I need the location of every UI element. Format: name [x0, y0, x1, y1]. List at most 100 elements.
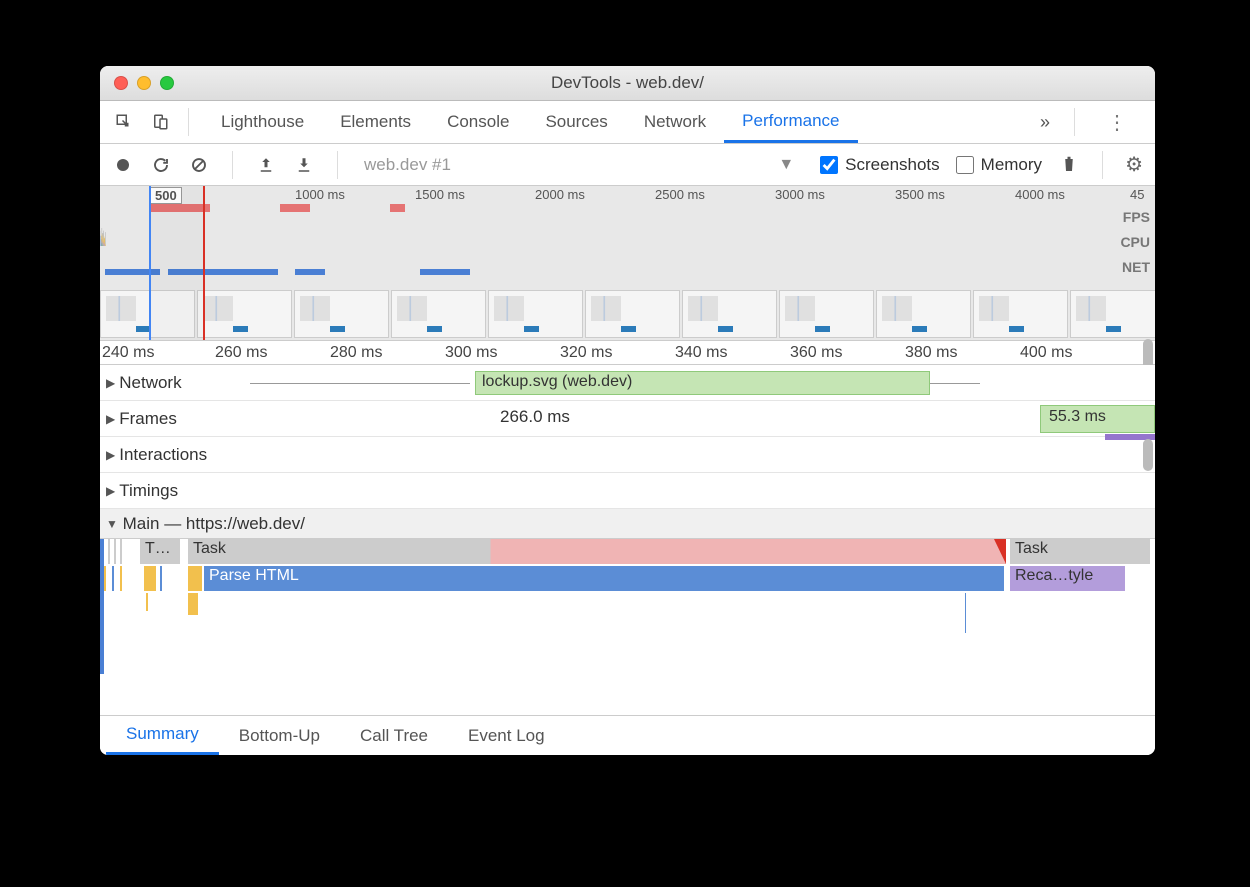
traffic-lights [100, 76, 174, 90]
panel-tabstrip: Lighthouse Elements Console Sources Netw… [100, 101, 1155, 144]
timeline-overview[interactable]: 500 1000 ms 1500 ms 2000 ms 2500 ms 3000… [100, 186, 1155, 341]
tab-elements[interactable]: Elements [322, 101, 429, 143]
network-track[interactable]: ▶ Network lockup.svg (web.dev) [100, 365, 1155, 401]
separator [1074, 108, 1075, 136]
close-window-button[interactable] [114, 76, 128, 90]
memory-checkbox[interactable]: Memory [956, 155, 1042, 175]
tab-bottom-up[interactable]: Bottom-Up [219, 716, 340, 755]
details-tabs: Summary Bottom-Up Call Tree Event Log [100, 715, 1155, 755]
kebab-menu-icon[interactable]: ⋮ [1089, 110, 1145, 135]
timings-track[interactable]: ▶ Timings [100, 473, 1155, 509]
tab-lighthouse[interactable]: Lighthouse [203, 101, 322, 143]
settings-gear-icon[interactable]: ⚙ [1125, 152, 1143, 177]
maximize-window-button[interactable] [160, 76, 174, 90]
task-bar[interactable]: T… [140, 539, 180, 564]
parse-sliver[interactable] [160, 566, 162, 591]
expand-icon[interactable]: ▶ [106, 412, 115, 426]
tracks-pane[interactable]: ▶ Network lockup.svg (web.dev) ▶ Frames 26… [100, 365, 1155, 715]
screenshots-input[interactable] [820, 156, 838, 174]
overview-ruler: 500 1000 ms 1500 ms 2000 ms 2500 ms 3000… [100, 186, 1155, 204]
script-sliver[interactable] [146, 593, 148, 611]
screenshots-label: Screenshots [845, 155, 940, 175]
script-sliver[interactable] [120, 566, 122, 591]
expand-icon[interactable]: ▶ [106, 484, 115, 498]
screenshots-checkbox[interactable]: Screenshots [820, 155, 940, 175]
task-bar[interactable]: Task [1010, 539, 1150, 564]
ruler-tick: 340 ms [675, 344, 727, 362]
net-whisker [250, 383, 470, 384]
expand-icon[interactable]: ▶ [106, 448, 115, 462]
frame-duration: 266.0 ms [500, 407, 570, 427]
tab-summary[interactable]: Summary [106, 716, 219, 755]
timings-label: Timings [119, 481, 178, 501]
frames-label: Frames [119, 409, 177, 429]
overview-lane-labels: FPS CPU NET [1120, 204, 1150, 279]
cpu-lane [100, 228, 1125, 263]
ov-tick: 3500 ms [895, 187, 945, 202]
panel-tabs: Lighthouse Elements Console Sources Netw… [203, 101, 1022, 143]
garbage-collect-icon[interactable] [1058, 154, 1080, 176]
ruler-tick: 320 ms [560, 344, 612, 362]
interactions-track[interactable]: ▶ Interactions [100, 437, 1155, 473]
performance-toolbar: web.dev #1 ▼ Screenshots Memory ⚙ [100, 144, 1155, 186]
flame-chart[interactable]: T… Task Task Parse HTML Reca…tyle [100, 539, 1155, 674]
task-bar-long[interactable]: Task [188, 539, 1006, 564]
task-sliver[interactable] [108, 539, 110, 564]
script-bar[interactable] [188, 593, 198, 615]
main-label: Main — https://web.dev/ [123, 514, 305, 534]
separator [1102, 151, 1103, 179]
task-sliver[interactable] [120, 539, 122, 564]
tab-console[interactable]: Console [429, 101, 527, 143]
network-request-bar[interactable]: lockup.svg (web.dev) [475, 371, 930, 395]
main-thread-header[interactable]: ▼ Main — https://web.dev/ [100, 509, 1155, 539]
ov-tick: 45 [1130, 187, 1144, 202]
detail-ruler[interactable]: 240 ms 260 ms 280 ms 300 ms 320 ms 340 m… [100, 341, 1155, 365]
devtools-window: DevTools - web.dev/ Lighthouse Elements … [100, 66, 1155, 755]
script-bar[interactable] [188, 566, 202, 591]
upload-profile-icon[interactable] [255, 154, 277, 176]
ov-tick: 1000 ms [295, 187, 345, 202]
more-tabs-button[interactable]: » [1030, 112, 1060, 133]
frame-bar[interactable]: 55.3 ms [1040, 405, 1155, 433]
ruler-tick: 240 ms [102, 344, 154, 362]
memory-input[interactable] [956, 156, 974, 174]
scrollbar-thumb[interactable] [1143, 439, 1153, 471]
network-label: Network [119, 373, 181, 393]
inspect-element-icon[interactable] [110, 108, 138, 136]
task-sliver[interactable] [114, 539, 116, 564]
interactions-label: Interactions [119, 445, 207, 465]
tab-call-tree[interactable]: Call Tree [340, 716, 448, 755]
title-bar[interactable]: DevTools - web.dev/ [100, 66, 1155, 101]
expand-icon[interactable]: ▶ [106, 376, 115, 390]
net-label: NET [1120, 254, 1150, 279]
overview-selection[interactable] [149, 186, 205, 340]
parse-html-bar[interactable]: Parse HTML [204, 566, 1004, 591]
download-profile-icon[interactable] [293, 154, 315, 176]
separator [337, 151, 338, 179]
tab-event-log[interactable]: Event Log [448, 716, 565, 755]
cpu-label: CPU [1120, 229, 1150, 254]
recalc-style-bar[interactable]: Reca…tyle [1010, 566, 1125, 591]
frames-track[interactable]: ▶ Frames 266.0 ms 55.3 ms [100, 401, 1155, 437]
separator [188, 108, 189, 136]
parse-sliver[interactable] [112, 566, 114, 591]
recording-name[interactable]: web.dev #1 [364, 155, 762, 175]
collapse-icon[interactable]: ▼ [106, 517, 118, 531]
recording-dropdown-icon[interactable]: ▼ [778, 156, 794, 174]
script-sliver[interactable] [104, 566, 106, 591]
net-lane [100, 268, 1125, 276]
tab-sources[interactable]: Sources [527, 101, 625, 143]
minimize-window-button[interactable] [137, 76, 151, 90]
record-button[interactable] [112, 154, 134, 176]
tab-performance[interactable]: Performance [724, 101, 857, 143]
screenshot-strip[interactable] [100, 290, 1155, 340]
ruler-tick: 360 ms [790, 344, 842, 362]
tab-network[interactable]: Network [626, 101, 724, 143]
clear-button[interactable] [188, 154, 210, 176]
marker [965, 593, 966, 633]
script-bar[interactable] [144, 566, 156, 591]
ov-tick: 2000 ms [535, 187, 585, 202]
reload-record-button[interactable] [150, 154, 172, 176]
device-toolbar-icon[interactable] [146, 108, 174, 136]
memory-label: Memory [981, 155, 1042, 175]
